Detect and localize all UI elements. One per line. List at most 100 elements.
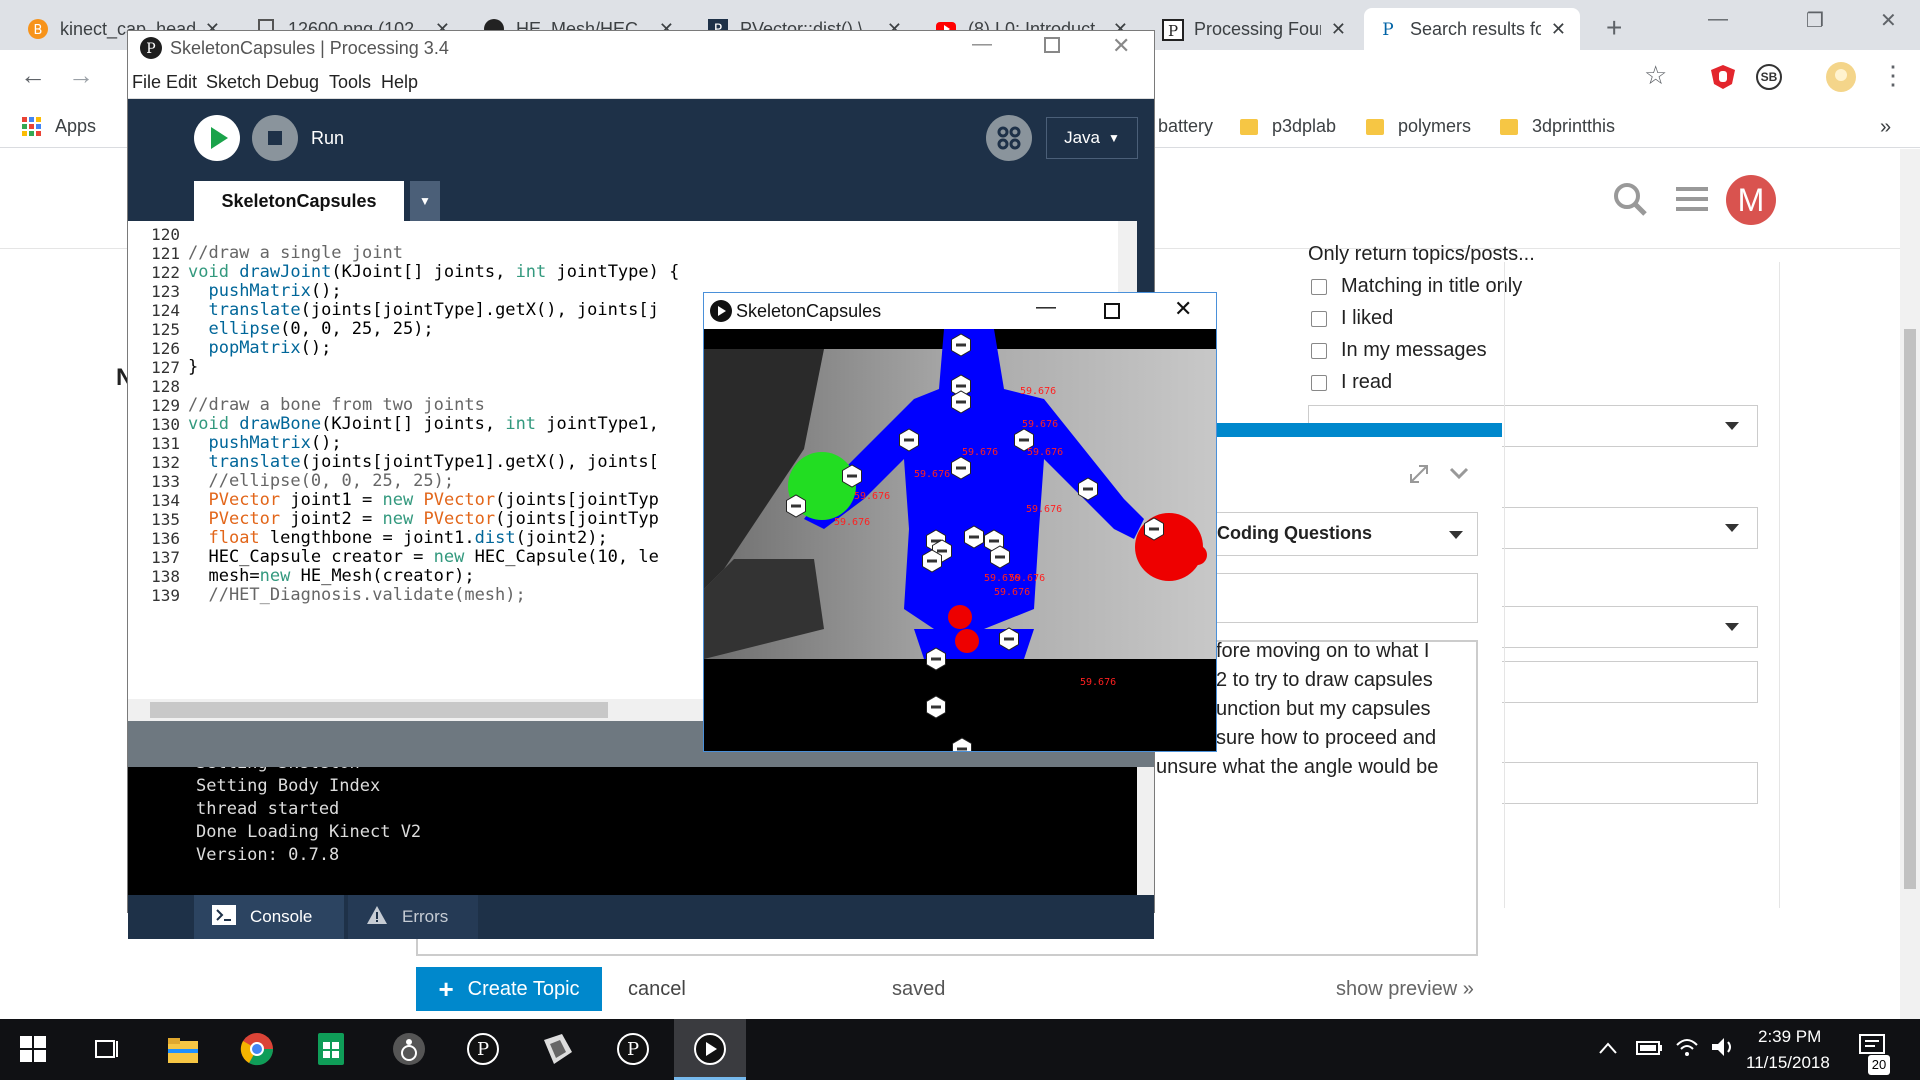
checkbox[interactable] [1311,278,1327,295]
scrollbar-thumb[interactable] [150,702,608,718]
browser-tab-7-active[interactable]: P Search results fo ✕ [1364,8,1580,50]
code-line[interactable]: PVector joint2 = new PVector(joints[join… [188,509,658,529]
app-icon[interactable] [392,1032,428,1068]
window-minimize-button[interactable]: — [1708,8,1728,31]
capsule-length-label: 59.676 [1027,447,1063,458]
clock-date[interactable]: 11/15/2018 [1746,1053,1830,1073]
category-select[interactable]: Coding Questions [1216,512,1478,556]
sb-extension-icon[interactable]: SB [1756,64,1782,90]
clock-time[interactable]: 2:39 PM [1758,1027,1821,1047]
page-scrollbar[interactable] [1900,149,1920,1019]
menu-help[interactable]: Help [381,72,418,93]
line-number: 130 [151,415,180,434]
checkbox[interactable] [1311,310,1327,327]
forward-button[interactable]: → [68,60,94,91]
processing-taskbar-icon-2[interactable]: P [616,1032,652,1068]
errors-tab[interactable]: Errors [348,895,478,939]
console-scrollbar[interactable] [1137,767,1154,895]
sketch-canvas[interactable]: 59.676 59.676 59.676 59.676 59.676 59.676 59.6… [704,329,1216,751]
menu-file[interactable]: File [132,72,161,93]
bookmarks-overflow-button[interactable]: » [1880,116,1891,139]
code-line[interactable]: //draw a single joint [188,243,403,263]
code-line[interactable]: popMatrix(); [188,338,331,358]
back-button[interactable]: ← [20,60,46,91]
chrome-icon[interactable] [240,1032,276,1068]
code-line[interactable]: //draw a bone from two joints [188,395,485,415]
ide-minimize-button[interactable]: — [972,33,992,56]
console-tab[interactable]: Console [194,895,344,939]
processing-taskbar-icon[interactable]: P [466,1032,502,1068]
collapse-chevron-icon[interactable] [1448,466,1470,487]
filter-title-only[interactable]: Matching in title only [1311,275,1522,298]
code-line[interactable]: ellipse(0, 0, 25, 25); [188,319,433,339]
filter-messages[interactable]: In my messages [1311,339,1487,362]
menu-debug[interactable]: Debug [266,72,319,93]
scrollbar-thumb[interactable] [1904,329,1916,889]
code-line[interactable]: } [188,357,198,377]
battery-icon[interactable] [1636,1039,1664,1062]
cancel-link[interactable]: cancel [628,978,686,1001]
wifi-icon[interactable] [1674,1035,1700,1064]
menu-sketch[interactable]: Sketch [206,72,261,93]
tags-input[interactable] [1216,573,1478,623]
bookmark-star-icon[interactable]: ☆ [1644,60,1667,91]
tab-close-icon[interactable]: ✕ [1331,19,1346,40]
menu-tools[interactable]: Tools [329,72,371,93]
checkbox[interactable] [1311,374,1327,391]
browser-menu-button[interactable]: ⋮ [1880,60,1906,91]
code-line[interactable]: //HET_Diagnosis.validate(mesh); [188,585,525,605]
tray-chevron-icon[interactable] [1598,1035,1618,1061]
filter-liked[interactable]: I liked [1311,307,1393,330]
sketch-close-button[interactable]: ✕ [1174,296,1192,322]
sketch-maximize-button[interactable] [1104,303,1120,319]
ublock-extension-icon[interactable] [1710,64,1736,95]
window-close-button[interactable]: ✕ [1880,8,1897,33]
run-button[interactable] [194,115,240,166]
bookmark-3dprintthis[interactable]: 3dprintthis [1500,116,1615,137]
sheets-icon[interactable] [316,1032,352,1068]
hamburger-menu-icon[interactable] [1676,185,1708,218]
new-tab-button[interactable]: + [1606,12,1622,44]
debugger-icon[interactable] [986,115,1032,166]
sketch-minimize-button[interactable]: — [1036,296,1056,319]
window-restore-button[interactable]: ❐ [1806,8,1824,33]
filter-read[interactable]: I read [1311,371,1392,394]
code-line[interactable]: void drawBone(KJoint[] joints, int joint… [188,414,659,434]
menu-edit[interactable]: Edit [166,72,197,93]
expand-arrows-icon[interactable] [1408,463,1430,490]
show-preview-link[interactable]: show preview » [1336,978,1474,1001]
sketch-tab[interactable]: SkeletonCapsules [194,181,404,221]
ide-maximize-button[interactable] [1044,37,1060,53]
code-line[interactable]: PVector joint1 = new PVector(joints[join… [188,490,658,510]
checkbox[interactable] [1311,342,1327,359]
volume-icon[interactable] [1710,1036,1736,1063]
bookmark-apps[interactable]: Apps [22,116,96,137]
mode-selector[interactable]: Java ▼ [1046,117,1138,159]
browser-tab-6[interactable]: P Processing Four ✕ [1148,8,1360,50]
search-icon[interactable] [1612,181,1648,222]
code-line[interactable]: //ellipse(0, 0, 25, 25); [188,471,454,491]
windows-start-icon[interactable] [20,1032,56,1068]
sketch-taskbar-button[interactable] [674,1019,746,1080]
tab-menu-button[interactable]: ▼ [410,181,440,221]
bookmark-polymers[interactable]: polymers [1366,116,1471,137]
task-view-icon[interactable] [92,1032,128,1068]
create-topic-button[interactable]: + Create Topic [416,967,602,1011]
app-icon-2[interactable] [540,1032,576,1068]
code-line[interactable]: pushMatrix(); [188,433,341,453]
profile-avatar-icon[interactable] [1826,62,1856,97]
file-explorer-icon[interactable] [166,1032,202,1068]
ide-close-button[interactable]: ✕ [1112,33,1130,59]
code-line[interactable]: mesh=new HE_Mesh(creator); [188,566,474,586]
bookmark-p3dplab[interactable]: p3dplab [1240,116,1336,137]
code-line[interactable]: HEC_Capsule creator = new HEC_Capsule(10… [188,547,658,567]
code-line[interactable]: void drawJoint(KJoint[] joints, int join… [188,262,679,282]
code-line[interactable]: translate(joints[jointType].getX(), join… [188,300,658,320]
code-line[interactable]: float lengthbone = joint1.dist(joint2); [188,528,607,548]
tab-close-icon[interactable]: ✕ [1551,19,1566,40]
bookmark-battery[interactable]: battery [1158,116,1213,137]
stop-button[interactable] [252,115,298,166]
user-avatar[interactable]: M [1726,175,1776,225]
code-line[interactable]: translate(joints[jointType1].getX(), joi… [188,452,658,472]
code-line[interactable]: pushMatrix(); [188,281,341,301]
